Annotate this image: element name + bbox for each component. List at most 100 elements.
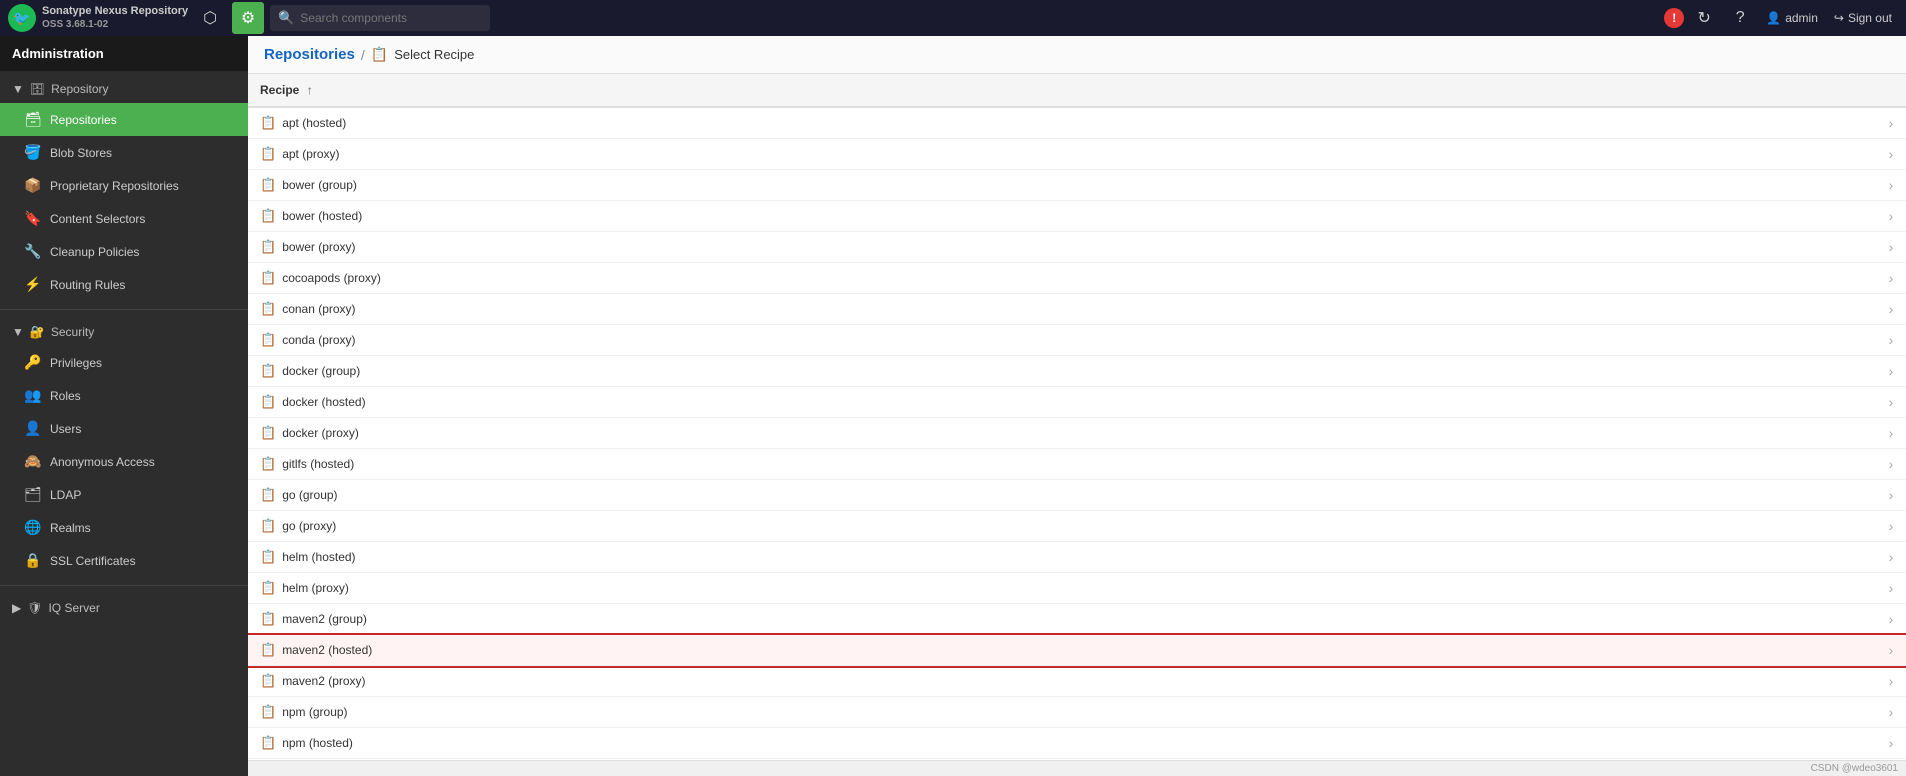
- table-row[interactable]: 📋bower (hosted)›: [248, 201, 1906, 232]
- recipe-row-icon: 📋: [260, 270, 276, 285]
- chevron-cell[interactable]: ›: [1876, 387, 1906, 418]
- chevron-cell[interactable]: ›: [1876, 449, 1906, 480]
- recipe-row-link[interactable]: maven2 (group): [282, 612, 367, 626]
- chevron-cell[interactable]: ›: [1876, 666, 1906, 697]
- recipe-row-link[interactable]: docker (group): [282, 364, 360, 378]
- chevron-cell[interactable]: ›: [1876, 201, 1906, 232]
- chevron-cell[interactable]: ›: [1876, 294, 1906, 325]
- admin-nav-button[interactable]: ⚙: [232, 2, 264, 34]
- table-row[interactable]: 📋 maven2 (proxy) ›: [248, 666, 1906, 697]
- table-row[interactable]: 📋 cocoapods (proxy) ›: [248, 263, 1906, 294]
- table-row[interactable]: 📋 bower (proxy) ›: [248, 232, 1906, 263]
- chevron-cell[interactable]: ›: [1876, 263, 1906, 294]
- chevron-cell[interactable]: ›: [1876, 542, 1906, 573]
- chevron-cell[interactable]: ›: [1876, 170, 1906, 201]
- recipe-row-link[interactable]: conda (proxy): [282, 333, 355, 347]
- sidebar-item-routing-rules[interactable]: ⚡ Routing Rules: [0, 268, 248, 301]
- recipe-row-link[interactable]: cocoapods (proxy): [282, 271, 381, 285]
- chevron-cell[interactable]: ›: [1876, 356, 1906, 387]
- chevron-cell[interactable]: ›: [1876, 697, 1906, 728]
- table-row[interactable]: 📋 maven2 (group) ›: [248, 604, 1906, 635]
- sidebar-item-roles[interactable]: 👥 Roles: [0, 379, 248, 412]
- table-row[interactable]: 📋helm (proxy)›: [248, 573, 1906, 604]
- sidebar-item-repositories[interactable]: 🗃 Repositories: [0, 103, 248, 136]
- recipe-row-link[interactable]: npm (hosted): [282, 736, 353, 750]
- chevron-cell[interactable]: ›: [1876, 139, 1906, 170]
- table-row[interactable]: 📋bower (group)›: [248, 170, 1906, 201]
- sidebar-item-cleanup-policies[interactable]: 🔧 Cleanup Policies: [0, 235, 248, 268]
- recipe-row-link[interactable]: docker (proxy): [282, 426, 359, 440]
- sidebar-item-content-selectors-label: Content Selectors: [50, 212, 145, 226]
- recipe-row-link[interactable]: helm (proxy): [282, 581, 349, 595]
- recipe-row-link[interactable]: docker (hosted): [282, 395, 365, 409]
- recipe-column-header[interactable]: Recipe ↑: [248, 74, 1876, 107]
- chevron-cell[interactable]: ›: [1876, 325, 1906, 356]
- table-row[interactable]: 📋npm (group)›: [248, 697, 1906, 728]
- table-row[interactable]: 📋helm (hosted)›: [248, 542, 1906, 573]
- sidebar-group-iq[interactable]: ▶ 🛡 IQ Server: [0, 594, 248, 622]
- table-row[interactable]: 📋docker (proxy)›: [248, 418, 1906, 449]
- recipe-row-link[interactable]: helm (hosted): [282, 550, 355, 564]
- sidebar-item-privileges-label: Privileges: [50, 356, 102, 370]
- chevron-cell[interactable]: ›: [1876, 107, 1906, 139]
- table-row[interactable]: 📋conan (proxy)›: [248, 294, 1906, 325]
- recipe-row-link[interactable]: go (group): [282, 488, 337, 502]
- chevron-cell[interactable]: ›: [1876, 480, 1906, 511]
- recipe-row-icon: 📋: [260, 239, 276, 254]
- recipe-row-link[interactable]: maven2 (hosted): [282, 643, 372, 657]
- recipe-row-icon: 📋: [260, 673, 276, 688]
- signout-button[interactable]: ↪ Sign out: [1828, 9, 1898, 27]
- sidebar-item-blob-stores[interactable]: 🪣 Blob Stores: [0, 136, 248, 169]
- recipe-row-link[interactable]: bower (proxy): [282, 240, 355, 254]
- sidebar-divider-2: [0, 585, 248, 586]
- chevron-cell[interactable]: ›: [1876, 728, 1906, 759]
- table-row[interactable]: 📋go (proxy)›: [248, 511, 1906, 542]
- sidebar-item-privileges[interactable]: 🔑 Privileges: [0, 346, 248, 379]
- chevron-cell[interactable]: ›: [1876, 418, 1906, 449]
- recipe-row-link[interactable]: npm (group): [282, 705, 347, 719]
- recipe-row-link[interactable]: go (proxy): [282, 519, 336, 533]
- sidebar-group-repository[interactable]: ▼ 🗄 Repository: [0, 75, 248, 103]
- sidebar-item-content-selectors[interactable]: 🔖 Content Selectors: [0, 202, 248, 235]
- cleanup-policies-icon: 🔧: [24, 243, 42, 260]
- table-row[interactable]: 📋docker (group)›: [248, 356, 1906, 387]
- table-row[interactable]: 📋maven2 (hosted)›: [248, 635, 1906, 666]
- recipe-row-link[interactable]: apt (hosted): [282, 116, 346, 130]
- recipe-row-icon: 📋: [260, 611, 276, 626]
- table-row[interactable]: 📋docker (hosted)›: [248, 387, 1906, 418]
- sidebar-item-users-label: Users: [50, 422, 81, 436]
- table-row[interactable]: 📋apt (proxy)›: [248, 139, 1906, 170]
- recipe-row-link[interactable]: bower (hosted): [282, 209, 362, 223]
- sidebar-group-security[interactable]: ▼ 🔐 Security: [0, 318, 248, 346]
- recipe-row-link[interactable]: apt (proxy): [282, 147, 339, 161]
- table-row[interactable]: 📋gitlfs (hosted)›: [248, 449, 1906, 480]
- home-nav-button[interactable]: ⬡: [194, 2, 226, 34]
- chevron-cell[interactable]: ›: [1876, 511, 1906, 542]
- recipe-row-link[interactable]: bower (group): [282, 178, 357, 192]
- sidebar-item-users[interactable]: 👤 Users: [0, 412, 248, 445]
- recipe-row-link[interactable]: conan (proxy): [282, 302, 355, 316]
- recipe-row-link[interactable]: maven2 (proxy): [282, 674, 365, 688]
- chevron-cell[interactable]: ›: [1876, 573, 1906, 604]
- sidebar-item-ldap[interactable]: 🗂 LDAP: [0, 478, 248, 511]
- user-menu[interactable]: 👤 admin: [1760, 9, 1824, 27]
- table-row[interactable]: 📋go (group)›: [248, 480, 1906, 511]
- sidebar-item-anonymous-access[interactable]: 🙈 Anonymous Access: [0, 445, 248, 478]
- table-row[interactable]: 📋apt (hosted)›: [248, 107, 1906, 139]
- refresh-button[interactable]: ↻: [1688, 2, 1720, 34]
- sidebar-item-proprietary-repos[interactable]: 📦 Proprietary Repositories: [0, 169, 248, 202]
- sidebar-item-realms[interactable]: 🌐 Realms: [0, 511, 248, 544]
- breadcrumb-parent-link[interactable]: Repositories: [264, 46, 355, 63]
- chevron-cell[interactable]: ›: [1876, 232, 1906, 263]
- help-button[interactable]: ?: [1724, 2, 1756, 34]
- alert-badge[interactable]: !: [1664, 8, 1684, 28]
- chevron-cell[interactable]: ›: [1876, 635, 1906, 666]
- table-row[interactable]: 📋conda (proxy)›: [248, 325, 1906, 356]
- table-row[interactable]: 📋npm (hosted)›: [248, 728, 1906, 759]
- chevron-cell[interactable]: ›: [1876, 604, 1906, 635]
- sidebar-item-ssl-certificates[interactable]: 🔒 SSL Certificates: [0, 544, 248, 577]
- recipe-row-link[interactable]: gitlfs (hosted): [282, 457, 354, 471]
- proprietary-repos-icon: 📦: [24, 177, 42, 194]
- search-input[interactable]: [300, 11, 482, 25]
- routing-rules-icon: ⚡: [24, 276, 42, 293]
